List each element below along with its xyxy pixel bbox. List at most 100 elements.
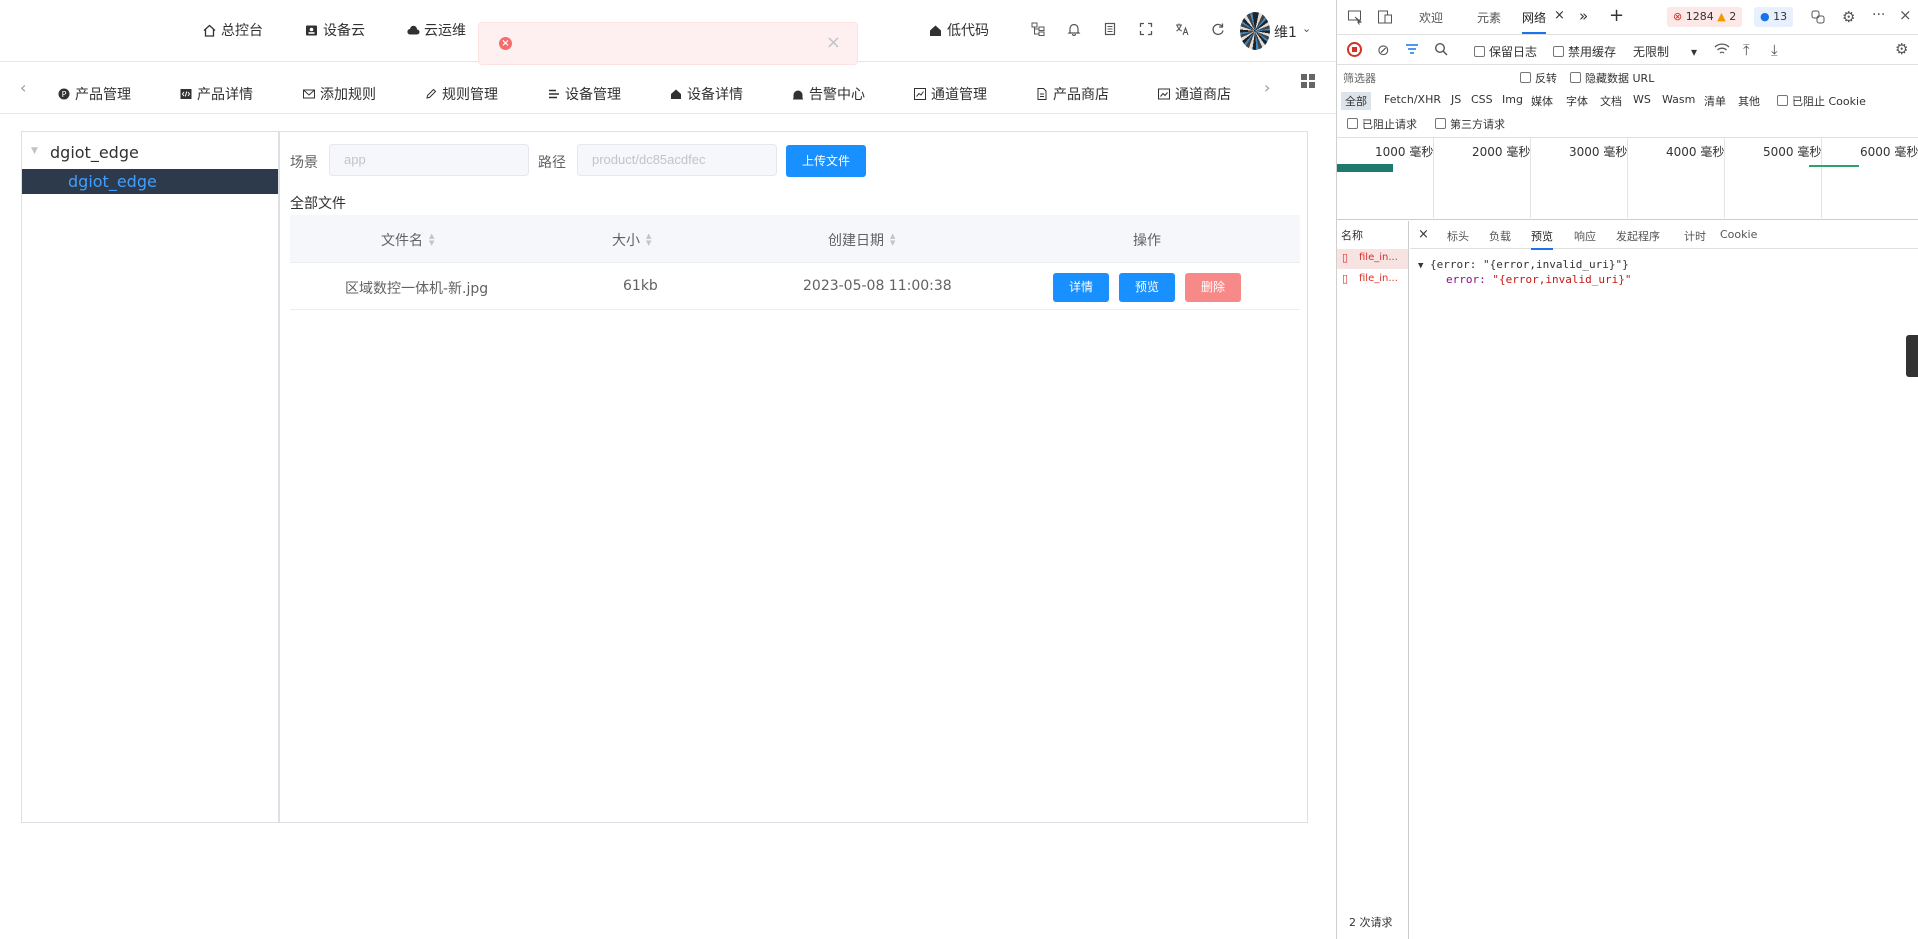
clear-icon[interactable]: ⊘ [1377,41,1390,59]
close-icon[interactable]: × [1418,227,1429,242]
preserve-log-checkbox[interactable]: 保留日志 [1474,43,1537,60]
filter-type-media[interactable]: 媒体 [1531,93,1553,109]
detail-tab-payload[interactable]: 负载 [1489,228,1511,244]
preview-button[interactable]: 预览 [1119,273,1175,302]
column-header-created[interactable]: 创建日期 ▲ ▼ [828,230,895,250]
tab-channel-store[interactable]: 通道商店 [1158,84,1231,104]
add-tab-icon[interactable]: + [1609,5,1624,26]
filter-type-fetch[interactable]: Fetch/XHR [1384,93,1441,106]
refresh-icon[interactable] [1210,22,1226,38]
sort-icon[interactable]: ▲ ▼ [890,233,895,247]
tree-node-child[interactable]: dgiot_edge [22,169,278,194]
close-icon[interactable]: × [1554,8,1565,23]
bell-icon[interactable] [1066,22,1082,38]
filter-type-manifest[interactable]: 清单 [1704,93,1726,109]
grid-menu-icon[interactable] [1301,74,1315,88]
gear-icon[interactable]: ⚙ [1895,40,1908,58]
invert-checkbox[interactable]: 反转 [1520,70,1557,86]
search-icon[interactable] [1434,42,1448,60]
more-tabs-icon[interactable]: » [1579,7,1588,25]
username[interactable]: 维1 [1274,22,1297,42]
devtools-tab-welcome[interactable]: 欢迎 [1419,9,1443,26]
close-icon[interactable]: × [1899,6,1912,24]
blocked-cookies-checkbox[interactable]: 已阻止 Cookie [1777,93,1866,109]
request-detail: × 标头 负载 预览 响应 发起程序 计时 Cookie ▼ {error: "… [1410,221,1918,939]
more-icon[interactable]: ··· [1872,7,1885,23]
detail-tab-timing[interactable]: 计时 [1684,228,1706,244]
tab-rule-management[interactable]: 规则管理 [425,84,498,104]
tab-product-detail[interactable]: 产品详情 [180,84,253,104]
request-row[interactable]: ▯ file_in... [1337,270,1408,290]
tab-channel-management[interactable]: 通道管理 [914,84,987,104]
sort-icon[interactable]: ▲ ▼ [646,233,651,247]
filter-type-all[interactable]: 全部 [1341,92,1371,110]
topnav-item-low-code[interactable]: 低代码 [929,20,989,40]
chevron-left-icon[interactable]: ‹ [20,78,26,97]
tab-device-management[interactable]: 设备管理 [548,84,621,104]
export-icon[interactable]: ⤓ [1771,41,1778,59]
import-icon[interactable]: ⤒ [1743,41,1750,59]
tab-add-rule[interactable]: 添加规则 [303,84,376,104]
filter-input[interactable]: 筛选器 [1343,70,1493,88]
tab-product-management[interactable]: P 产品管理 [58,84,131,104]
filter-type-ws[interactable]: WS [1633,93,1651,106]
devtools-tab-elements[interactable]: 元素 [1477,9,1501,26]
detail-tab-response[interactable]: 响应 [1574,228,1596,244]
topnav-item-device-cloud[interactable]: 设备云 [305,20,365,40]
delete-button[interactable]: 删除 [1185,273,1241,302]
filter-icon[interactable] [1405,42,1419,59]
caret-down-icon[interactable]: ▼ [1418,261,1423,271]
filter-type-css[interactable]: CSS [1471,93,1493,106]
tab-alarm-center[interactable]: 告警中心 [792,84,865,104]
fullscreen-icon[interactable] [1138,22,1154,38]
blocked-requests-checkbox[interactable]: 已阻止请求 [1347,116,1417,132]
book-icon[interactable] [1102,22,1118,38]
preview-root[interactable]: ▼ {error: "{error,invalid_uri}"} [1418,258,1629,271]
connection-icon[interactable] [1810,9,1826,28]
throttle-select[interactable]: 无限制 ▾ [1633,43,1697,60]
translate-icon[interactable] [1174,22,1190,38]
request-row[interactable]: ▯ file_in... [1337,249,1408,269]
sitemap-icon[interactable] [1030,22,1046,38]
wifi-settings-icon[interactable] [1714,42,1730,59]
filter-type-img[interactable]: Img [1502,93,1523,106]
record-icon[interactable] [1347,42,1362,57]
detail-tab-preview[interactable]: 预览 [1531,228,1553,250]
devtools-tab-network[interactable]: 网络 [1522,9,1547,34]
topnav-item-cloud-ops[interactable]: 云运维 [406,20,466,40]
tab-device-detail[interactable]: 设备详情 [670,84,743,104]
detail-tab-headers[interactable]: 标头 [1447,228,1469,244]
console-error-badge[interactable]: ⊗ 1284 ▲ 2 [1667,7,1743,27]
chevron-down-icon[interactable]: ⌄ [1302,22,1311,35]
detail-tab-cookie[interactable]: Cookie [1720,228,1757,241]
chevron-right-icon[interactable]: › [1264,78,1270,97]
filter-type-wasm[interactable]: Wasm [1662,93,1695,106]
scene-input[interactable]: app [329,144,529,176]
path-input[interactable]: product/dc85acdfec [577,144,777,176]
close-icon[interactable]: × [826,33,841,53]
third-party-checkbox[interactable]: 第三方请求 [1435,116,1505,132]
hide-data-urls-checkbox[interactable]: 隐藏数据 URL [1570,70,1654,86]
console-info-badge[interactable]: ● 13 [1754,7,1794,27]
detail-tab-initiator[interactable]: 发起程序 [1616,228,1660,244]
disable-cache-checkbox[interactable]: 禁用缓存 [1553,43,1616,60]
detail-button[interactable]: 详情 [1053,273,1109,302]
filter-type-js[interactable]: JS [1451,93,1461,106]
side-panel-handle[interactable] [1906,335,1918,377]
gear-icon[interactable]: ⚙ [1842,8,1855,26]
filter-type-other[interactable]: 其他 [1738,93,1760,109]
column-header-name[interactable]: 文件名 ▲ ▼ [381,230,434,250]
filter-type-font[interactable]: 字体 [1566,93,1588,109]
filter-type-doc[interactable]: 文档 [1600,93,1622,109]
inspect-icon[interactable] [1347,9,1363,28]
third-party-label: 第三方请求 [1450,118,1505,131]
upload-file-button[interactable]: 上传文件 [786,145,866,177]
avatar[interactable] [1240,12,1270,50]
caret-down-icon[interactable]: ▼ [31,146,38,156]
tree-node-root[interactable]: ▼ dgiot_edge [22,140,278,166]
column-header-size[interactable]: 大小 ▲ ▼ [612,230,651,250]
device-toolbar-icon[interactable] [1377,9,1393,28]
topnav-item-dashboard[interactable]: 总控台 [203,20,263,40]
tab-product-store[interactable]: 产品商店 [1036,84,1109,104]
sort-icon[interactable]: ▲ ▼ [429,233,434,247]
